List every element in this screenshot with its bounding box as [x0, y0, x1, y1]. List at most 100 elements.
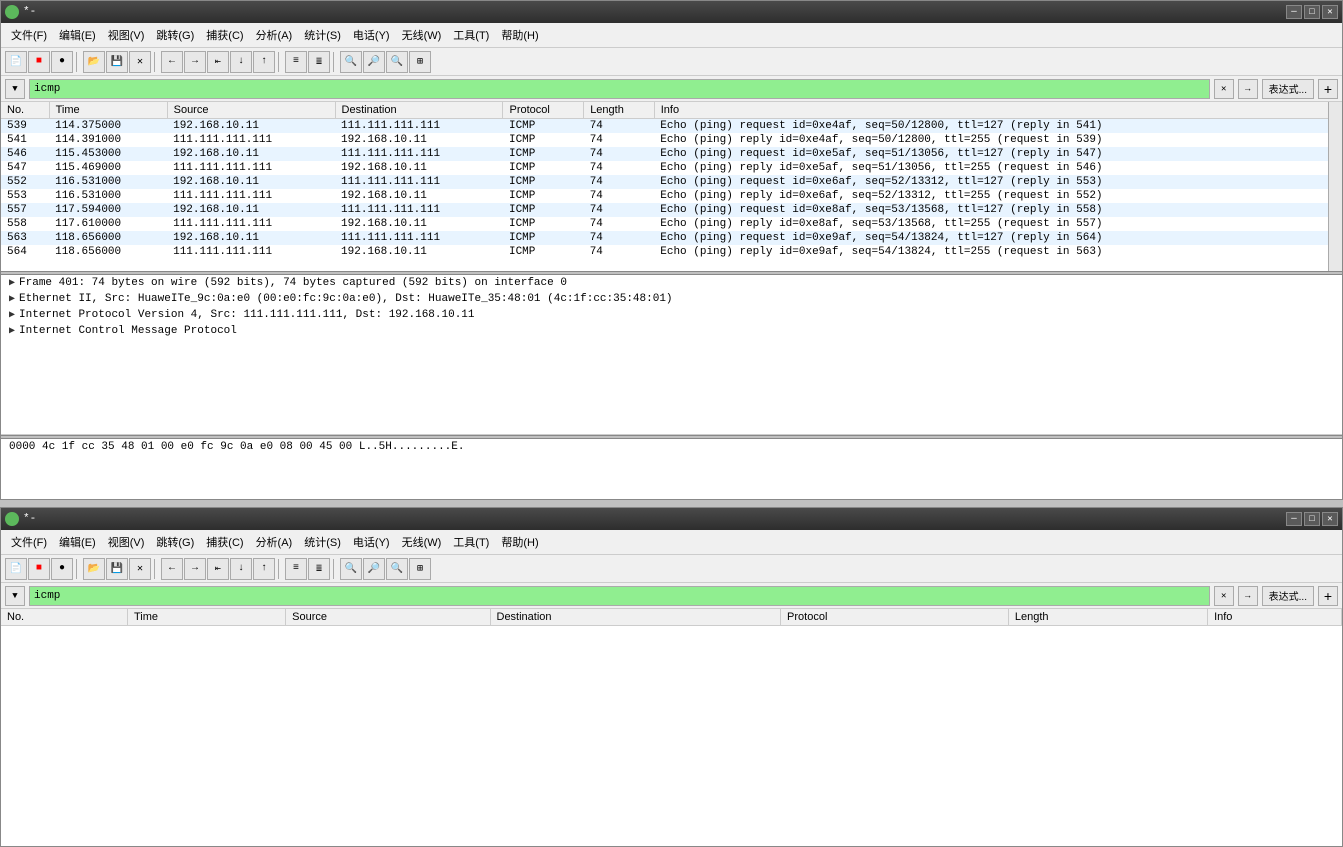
bottom-minimize-button[interactable]: ─	[1286, 512, 1302, 526]
bottom-tb-autoscroll-btn[interactable]: ≡	[285, 558, 307, 580]
packet-list-scrollbar[interactable]	[1328, 102, 1342, 271]
bottom-add-filter-button[interactable]: +	[1318, 586, 1338, 606]
detail-ip[interactable]: ▶ Internet Protocol Version 4, Src: 111.…	[1, 307, 1342, 323]
detail-icmp[interactable]: ▶ Internet Control Message Protocol	[1, 323, 1342, 339]
bottom-tb-forward-btn[interactable]: →	[184, 558, 206, 580]
menu-statistics[interactable]: 统计(S)	[298, 25, 347, 45]
bottom-menu-wireless[interactable]: 无线(W)	[396, 532, 448, 552]
top-window-controls: ─ □ ✕	[1286, 5, 1338, 19]
cell-dst: 111.111.111.111	[335, 203, 503, 217]
detail-ethernet-text: Ethernet II, Src: HuaweITe_9c:0a:e0 (00:…	[19, 293, 673, 305]
bottom-menu-capture[interactable]: 捕获(C)	[200, 532, 249, 552]
menu-tools[interactable]: 工具(T)	[447, 25, 495, 45]
tb-restart-btn[interactable]: ●	[51, 51, 73, 73]
bottom-tb-open-btn[interactable]: 📂	[83, 558, 105, 580]
table-row[interactable]: 558 117.610000 111.111.111.111 192.168.1…	[1, 217, 1342, 231]
bottom-tb-last-btn[interactable]: ↑	[253, 558, 275, 580]
bottom-menu-edit[interactable]: 编辑(E)	[53, 532, 102, 552]
tb-close-btn[interactable]: ✕	[129, 51, 151, 73]
tb-save-btn[interactable]: 💾	[106, 51, 128, 73]
filter-dropdown-btn[interactable]: ▼	[5, 79, 25, 99]
bottom-tb-zoom-in-btn[interactable]: 🔍	[340, 558, 362, 580]
bottom-tb-back-btn[interactable]: ←	[161, 558, 183, 580]
bottom-menu-help[interactable]: 帮助(H)	[495, 532, 544, 552]
bottom-menu-tools[interactable]: 工具(T)	[447, 532, 495, 552]
table-row[interactable]: 564 118.656000 111.111.111.111 192.168.1…	[1, 245, 1342, 259]
table-row[interactable]: 547 115.469000 111.111.111.111 192.168.1…	[1, 161, 1342, 175]
cell-proto: ICMP	[503, 245, 584, 259]
menu-file[interactable]: 文件(F)	[5, 25, 53, 45]
tb-open-btn[interactable]: 📂	[83, 51, 105, 73]
cell-no: 558	[1, 217, 49, 231]
bottom-tb-colorize-btn[interactable]: ≣	[308, 558, 330, 580]
bottom-expr-button[interactable]: 表达式...	[1262, 586, 1314, 606]
table-row[interactable]: 563 118.656000 192.168.10.11 111.111.111…	[1, 231, 1342, 245]
table-row[interactable]: 552 116.531000 192.168.10.11 111.111.111…	[1, 175, 1342, 189]
filter-clear-btn[interactable]: ✕	[1214, 79, 1234, 99]
cell-info: Echo (ping) request id=0xe6af, seq=52/13…	[654, 175, 1341, 189]
tb-zoom-reset-btn[interactable]: 🔍	[386, 51, 408, 73]
tb-resize-btn[interactable]: ⊞	[409, 51, 431, 73]
bottom-filter-input[interactable]	[29, 586, 1210, 606]
bottom-menu-go[interactable]: 跳转(G)	[150, 532, 200, 552]
bottom-menu-file[interactable]: 文件(F)	[5, 532, 53, 552]
tb-colorize-btn[interactable]: ≣	[308, 51, 330, 73]
bottom-tb-goto-btn[interactable]: ⇤	[207, 558, 229, 580]
filter-input[interactable]	[29, 79, 1210, 99]
menu-phone[interactable]: 电话(Y)	[347, 25, 396, 45]
bottom-menu-view[interactable]: 视图(V)	[102, 532, 151, 552]
tb-last-btn[interactable]: ↑	[253, 51, 275, 73]
bottom-tb-stop-btn[interactable]: ■	[28, 558, 50, 580]
tb-zoom-in-btn[interactable]: 🔍	[340, 51, 362, 73]
detail-ethernet[interactable]: ▶ Ethernet II, Src: HuaweITe_9c:0a:e0 (0…	[1, 291, 1342, 307]
table-row[interactable]: 557 117.594000 192.168.10.11 111.111.111…	[1, 203, 1342, 217]
bottom-menu-statistics[interactable]: 统计(S)	[298, 532, 347, 552]
cell-src: 192.168.10.11	[167, 147, 335, 161]
tb-first-btn[interactable]: ↓	[230, 51, 252, 73]
bottom-menubar: 文件(F) 编辑(E) 视图(V) 跳转(G) 捕获(C) 分析(A) 统计(S…	[1, 530, 1342, 555]
bottom-tb-first-btn[interactable]: ↓	[230, 558, 252, 580]
tb-zoom-out-btn[interactable]: 🔎	[363, 51, 385, 73]
bottom-tb-zoom-out-btn[interactable]: 🔎	[363, 558, 385, 580]
bottom-menu-phone[interactable]: 电话(Y)	[347, 532, 396, 552]
maximize-button[interactable]: □	[1304, 5, 1320, 19]
bottom-filter-apply-btn[interactable]: →	[1238, 586, 1258, 606]
bottom-tb-resize-btn[interactable]: ⊞	[409, 558, 431, 580]
close-button[interactable]: ✕	[1322, 5, 1338, 19]
table-row[interactable]: 546 115.453000 192.168.10.11 111.111.111…	[1, 147, 1342, 161]
tb-back-btn[interactable]: ←	[161, 51, 183, 73]
minimize-button[interactable]: ─	[1286, 5, 1302, 19]
bottom-filter-clear-btn[interactable]: ✕	[1214, 586, 1234, 606]
tb-goto-btn[interactable]: ⇤	[207, 51, 229, 73]
tb-new-btn[interactable]: 📄	[5, 51, 27, 73]
detail-frame[interactable]: ▶ Frame 401: 74 bytes on wire (592 bits)…	[1, 275, 1342, 291]
cell-dst: 111.111.111.111	[335, 175, 503, 189]
menu-analyze[interactable]: 分析(A)	[250, 25, 299, 45]
menu-capture[interactable]: 捕获(C)	[200, 25, 249, 45]
tb-forward-btn[interactable]: →	[184, 51, 206, 73]
bottom-tb-zoom-reset-btn[interactable]: 🔍	[386, 558, 408, 580]
bottom-tb-restart-btn[interactable]: ●	[51, 558, 73, 580]
bottom-tb-close-btn[interactable]: ✕	[129, 558, 151, 580]
bottom-close-button[interactable]: ✕	[1322, 512, 1338, 526]
filter-apply-btn[interactable]: →	[1238, 79, 1258, 99]
table-row[interactable]: 539 114.375000 192.168.10.11 111.111.111…	[1, 119, 1342, 134]
menu-wireless[interactable]: 无线(W)	[396, 25, 448, 45]
tb-autoscroll-btn[interactable]: ≡	[285, 51, 307, 73]
add-filter-button[interactable]: +	[1318, 79, 1338, 99]
menu-edit[interactable]: 编辑(E)	[53, 25, 102, 45]
bottom-tb-new-btn[interactable]: 📄	[5, 558, 27, 580]
detail-frame-text: Frame 401: 74 bytes on wire (592 bits), …	[19, 277, 567, 289]
bottom-maximize-button[interactable]: □	[1304, 512, 1320, 526]
tb-stop-btn[interactable]: ■	[28, 51, 50, 73]
menu-go[interactable]: 跳转(G)	[150, 25, 200, 45]
table-row[interactable]: 553 116.531000 111.111.111.111 192.168.1…	[1, 189, 1342, 203]
table-row[interactable]: 541 114.391000 111.111.111.111 192.168.1…	[1, 133, 1342, 147]
menu-help[interactable]: 帮助(H)	[495, 25, 544, 45]
expr-button[interactable]: 表达式...	[1262, 79, 1314, 99]
bottom-filter-dropdown-btn[interactable]: ▼	[5, 586, 25, 606]
bottom-menu-analyze[interactable]: 分析(A)	[250, 532, 299, 552]
menu-view[interactable]: 视图(V)	[102, 25, 151, 45]
bottom-tb-save-btn[interactable]: 💾	[106, 558, 128, 580]
col-info: Info	[654, 102, 1341, 119]
